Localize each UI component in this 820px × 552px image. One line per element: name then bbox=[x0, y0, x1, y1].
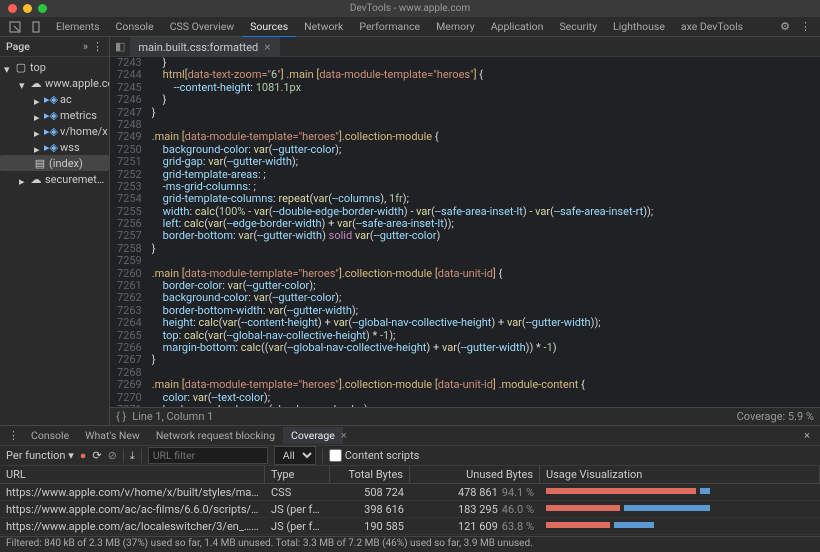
settings-icon[interactable]: ⚙ bbox=[775, 18, 795, 35]
tree-folder[interactable]: ▸▸◈v/home/x bbox=[0, 123, 109, 139]
clear-icon[interactable]: ⊘ bbox=[108, 449, 117, 462]
maximize-window-icon[interactable] bbox=[38, 4, 47, 13]
window-title: DevTools - www.apple.com bbox=[350, 3, 470, 14]
col-unused-bytes[interactable]: Unused Bytes bbox=[410, 466, 540, 483]
filter-dropdown[interactable]: All bbox=[274, 446, 316, 465]
table-row[interactable]: https://www.apple.com/ac/ac-films/6.6.0/… bbox=[0, 501, 820, 518]
tree-folder[interactable]: ▸▸◈ac bbox=[0, 91, 109, 107]
more-icon[interactable]: ⋮ bbox=[92, 40, 103, 53]
panel-tab-css-overview[interactable]: CSS Overview bbox=[162, 17, 242, 36]
close-icon[interactable]: × bbox=[264, 40, 270, 54]
panel-tabs: ElementsConsoleCSS OverviewSourcesNetwor… bbox=[0, 17, 820, 37]
braces-icon[interactable]: { } bbox=[116, 410, 126, 423]
drawer-tab-what's-new[interactable]: What's New bbox=[77, 427, 148, 444]
minimize-window-icon[interactable] bbox=[23, 4, 32, 13]
coverage-table: URL Type Total Bytes Unused Bytes Usage … bbox=[0, 466, 820, 536]
cloud-icon: ☁ bbox=[30, 77, 42, 89]
coverage-status: Coverage: 5.9 % bbox=[737, 410, 814, 423]
folder-icon: ▸◈ bbox=[45, 125, 57, 137]
tree-file-index[interactable]: ▤(index) bbox=[0, 155, 109, 171]
col-total-bytes[interactable]: Total Bytes bbox=[330, 466, 410, 483]
editor-tab-label: main.built.css:formatted bbox=[138, 41, 258, 54]
tree-domain-other[interactable]: ▸☁securemetrics.app bbox=[0, 171, 109, 187]
tree-folder[interactable]: ▸▸◈metrics bbox=[0, 107, 109, 123]
editor-pane: ◧ main.built.css:formatted × 72437244724… bbox=[110, 37, 820, 425]
table-row[interactable]: https://www.apple.com/ac/localeswitcher/… bbox=[0, 518, 820, 535]
table-row[interactable]: https://www.apple.com/v/home/x/built/sty… bbox=[0, 484, 820, 501]
content-scripts-checkbox[interactable]: Content scripts bbox=[329, 449, 420, 462]
console-toggle-icon[interactable]: ⋮ bbox=[4, 427, 23, 444]
coverage-footer: Filtered: 840 kB of 2.3 MB (37%) used so… bbox=[0, 536, 820, 552]
device-icon[interactable] bbox=[26, 19, 48, 35]
tree-domain[interactable]: ▾☁www.apple.com bbox=[0, 75, 109, 91]
panel-tab-axe-devtools[interactable]: axe DevTools bbox=[673, 17, 751, 36]
window-controls bbox=[0, 4, 47, 13]
col-type[interactable]: Type bbox=[265, 466, 330, 483]
tree-frame-top[interactable]: ▾▢top bbox=[0, 59, 109, 75]
cloud-icon: ☁ bbox=[30, 173, 42, 185]
reload-icon[interactable]: ⟳ bbox=[92, 449, 101, 462]
drawer-tab-coverage[interactable]: Coverage bbox=[283, 427, 343, 444]
coverage-toolbar: Per function ▾ ● ⟳ ⊘ ⤓ All Content scrip… bbox=[0, 446, 820, 466]
close-window-icon[interactable] bbox=[8, 4, 17, 13]
drawer: ⋮ ConsoleWhat's NewNetwork request block… bbox=[0, 425, 820, 552]
close-drawer-icon[interactable]: × bbox=[798, 427, 816, 444]
drawer-tab-network-request-blocking[interactable]: Network request blocking bbox=[148, 427, 283, 444]
titlebar: DevTools - www.apple.com bbox=[0, 0, 820, 17]
more-icon[interactable]: ⋮ bbox=[795, 18, 816, 35]
drawer-tabs: ⋮ ConsoleWhat's NewNetwork request block… bbox=[0, 426, 820, 446]
line-gutter: 7243724472457246724772487249725072517252… bbox=[110, 57, 148, 407]
panel-tab-sources[interactable]: Sources bbox=[242, 17, 296, 38]
code-area[interactable]: } html[data-text-zoom="6"] .main [data-m… bbox=[148, 57, 820, 407]
panel-tab-memory[interactable]: Memory bbox=[428, 17, 483, 36]
folder-icon: ▸◈ bbox=[45, 93, 57, 105]
panel-tab-console[interactable]: Console bbox=[108, 17, 162, 36]
panel-tab-application[interactable]: Application bbox=[483, 17, 552, 36]
inspect-icon[interactable] bbox=[4, 19, 26, 35]
export-icon[interactable]: ⤓ bbox=[130, 449, 135, 463]
table-header: URL Type Total Bytes Unused Bytes Usage … bbox=[0, 466, 820, 484]
url-filter-input[interactable] bbox=[148, 447, 268, 464]
more-icon[interactable]: » bbox=[83, 40, 88, 53]
sidebar-tab-page[interactable]: Page bbox=[6, 40, 83, 53]
panel-tab-network[interactable]: Network bbox=[296, 17, 351, 36]
editor-tab[interactable]: main.built.css:formatted × bbox=[130, 37, 279, 56]
panel-tab-security[interactable]: Security bbox=[551, 17, 605, 36]
sidebar: Page » ⋮ ▾▢top ▾☁www.apple.com ▸▸◈ac▸▸◈m… bbox=[0, 37, 110, 425]
panel-tab-lighthouse[interactable]: Lighthouse bbox=[605, 17, 673, 36]
panel-tab-elements[interactable]: Elements bbox=[48, 17, 108, 36]
document-icon: ▤ bbox=[34, 157, 46, 169]
per-function-dropdown[interactable]: Per function ▾ bbox=[6, 449, 74, 462]
col-url[interactable]: URL bbox=[0, 466, 265, 483]
tree-folder[interactable]: ▸▸◈wss bbox=[0, 139, 109, 155]
folder-icon: ▸◈ bbox=[45, 141, 57, 153]
file-tree: ▾▢top ▾☁www.apple.com ▸▸◈ac▸▸◈metrics▸▸◈… bbox=[0, 57, 109, 189]
record-icon[interactable]: ● bbox=[80, 449, 87, 462]
frame-icon: ▢ bbox=[15, 61, 27, 73]
panel-tab-performance[interactable]: Performance bbox=[351, 17, 428, 36]
folder-icon: ▸◈ bbox=[45, 109, 57, 121]
close-icon[interactable]: × bbox=[339, 427, 349, 444]
editor-status-bar: { } Line 1, Column 1 Coverage: 5.9 % bbox=[110, 407, 820, 425]
cursor-position: Line 1, Column 1 bbox=[132, 410, 213, 423]
col-usage-viz[interactable]: Usage Visualization bbox=[540, 466, 820, 483]
drawer-tab-console[interactable]: Console bbox=[23, 427, 77, 444]
navigate-icon[interactable]: ◧ bbox=[110, 38, 130, 55]
